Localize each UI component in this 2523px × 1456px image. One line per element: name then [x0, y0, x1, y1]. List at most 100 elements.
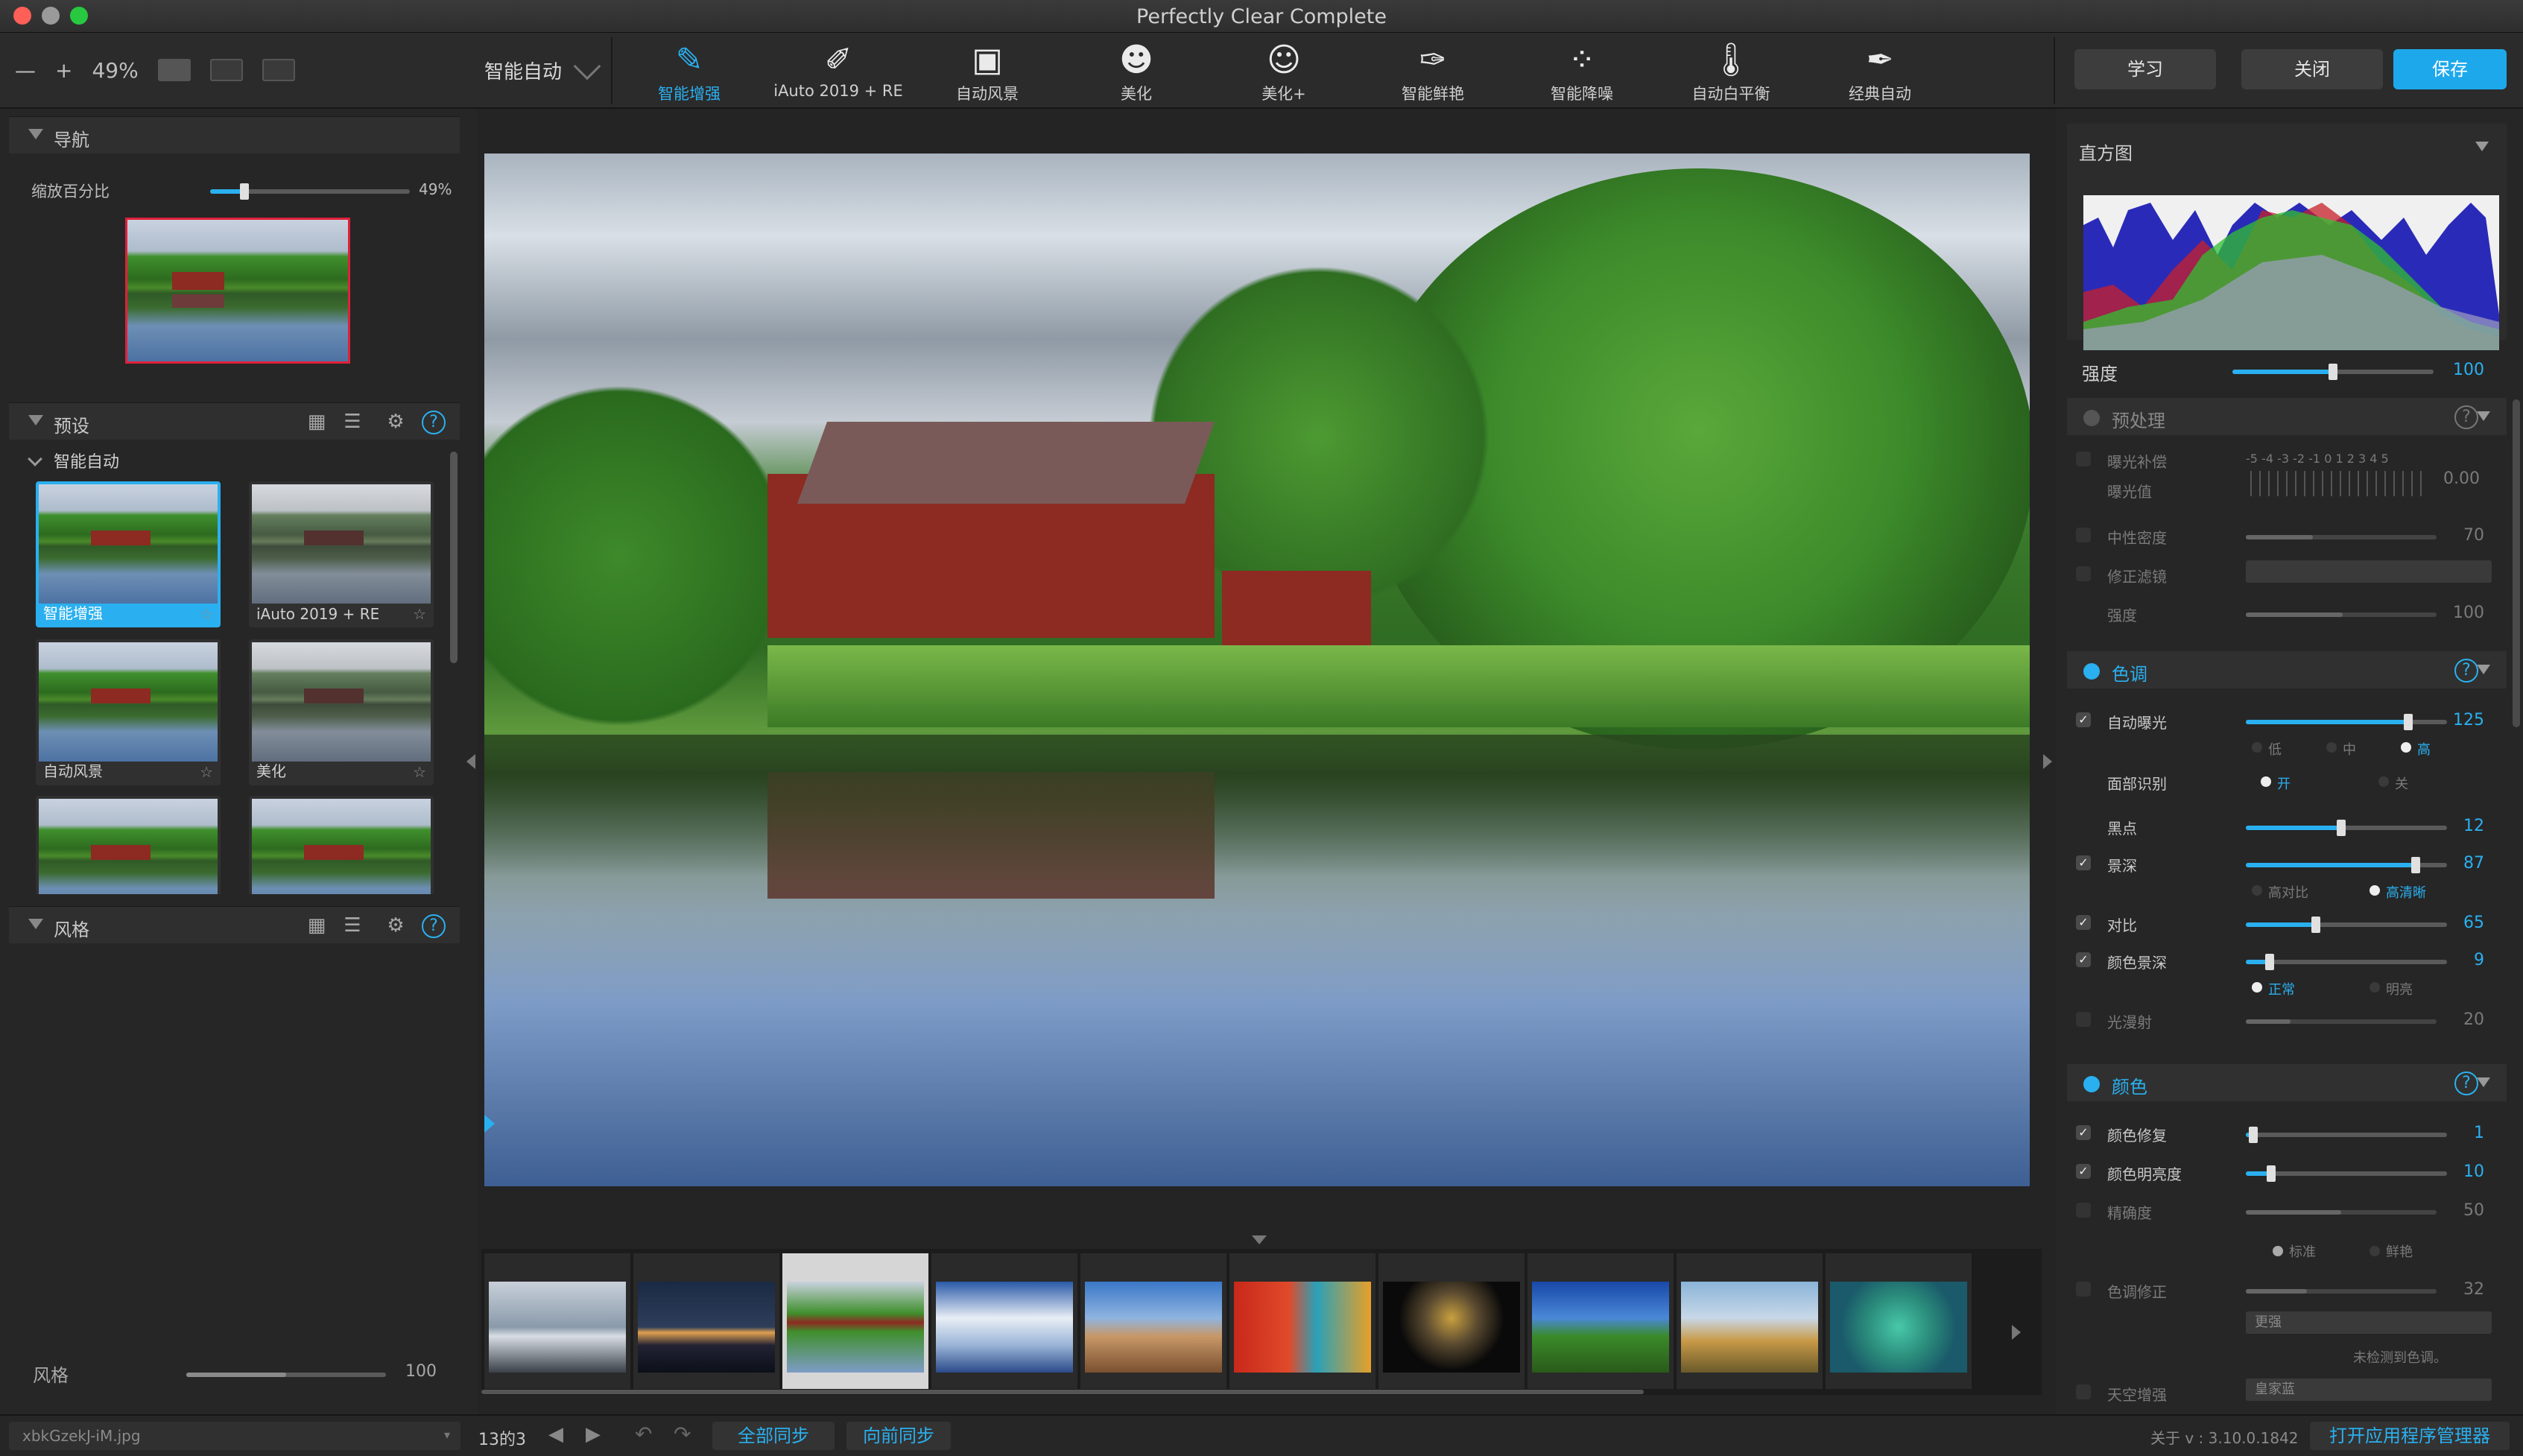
depth-slider[interactable] [2246, 857, 2447, 873]
chevron-down-icon[interactable] [28, 452, 42, 466]
split-view-button[interactable] [209, 59, 243, 81]
zoom-out-button[interactable]: — [15, 58, 36, 83]
vivid-radio[interactable] [2370, 1246, 2380, 1256]
filmstrip-scroll-track[interactable] [481, 1389, 2042, 1395]
about-version[interactable]: 关于 v : 3.10.0.1842 [2150, 1426, 2299, 1448]
help-icon[interactable]: ? [422, 914, 446, 938]
chevron-down-icon[interactable]: ▾ [444, 1428, 450, 1442]
preset-tile[interactable]: 自动风景 ☆ [36, 639, 221, 785]
close-button[interactable]: 关闭 [2241, 49, 2383, 89]
tint-checkbox[interactable] [2076, 1282, 2091, 1297]
preset-select[interactable]: 智能自动 [484, 57, 562, 84]
tint-slider[interactable] [2246, 1289, 2437, 1294]
undo-icon[interactable]: ↶ [635, 1422, 652, 1446]
chevron-down-icon[interactable] [2475, 142, 2489, 151]
film-thumb[interactable] [1826, 1253, 1972, 1389]
vibrance-checkbox[interactable]: ✓ [2076, 1164, 2091, 1179]
collapse-right-panel-icon[interactable] [2043, 754, 2052, 769]
zoom-slider[interactable] [210, 183, 410, 200]
help-icon[interactable]: ? [2454, 659, 2478, 683]
face-off-radio[interactable] [2378, 776, 2389, 787]
color-depth-checkbox[interactable]: ✓ [2076, 952, 2091, 967]
film-thumb[interactable] [1528, 1253, 1674, 1389]
high-definition-radio[interactable] [2370, 885, 2380, 896]
standard-radio[interactable] [2273, 1246, 2283, 1256]
open-app-manager-button[interactable]: 打开应用程序管理器 [2310, 1422, 2510, 1450]
contrast-checkbox[interactable]: ✓ [2076, 915, 2091, 930]
navigator-header[interactable]: 导航 [9, 116, 460, 153]
tool-auto-white-balance[interactable]: 🌡 自动白平衡 [1660, 36, 1802, 106]
film-thumb[interactable] [1677, 1253, 1823, 1389]
bright-radio[interactable] [2370, 982, 2380, 993]
color-depth-slider[interactable] [2246, 954, 2447, 970]
exposure-mid-radio[interactable] [2326, 742, 2337, 753]
presets-header[interactable]: 预设 ▦ ☰ ⚙ ? [9, 402, 460, 440]
help-icon[interactable]: ? [2454, 1072, 2478, 1095]
file-select[interactable]: xbkGzekJ-iM.jpg ▾ [9, 1422, 460, 1450]
next-image-button[interactable]: ▶ [586, 1423, 601, 1446]
sync-forward-button[interactable]: 向前同步 [846, 1422, 951, 1450]
tool-smart-vivid[interactable]: ✑ 智能鲜艳 [1362, 36, 1504, 106]
depth-checkbox[interactable]: ✓ [2076, 855, 2091, 870]
filter-checkbox[interactable] [2076, 566, 2091, 581]
preset-tile[interactable] [249, 796, 434, 894]
accuracy-checkbox[interactable] [2076, 1203, 2091, 1218]
high-contrast-radio[interactable] [2252, 885, 2262, 896]
auto-exposure-slider[interactable] [2246, 714, 2447, 730]
vibrance-slider[interactable] [2246, 1165, 2447, 1182]
face-on-radio[interactable] [2261, 776, 2271, 787]
collapse-triangle-icon[interactable] [28, 415, 43, 425]
collapse-triangle-icon[interactable] [28, 919, 43, 929]
tool-smart-enhance[interactable]: ✎ 智能增强 [618, 36, 760, 106]
tone-header[interactable]: 色调 ? [2067, 651, 2507, 689]
filter-select[interactable] [2246, 560, 2492, 583]
color-header[interactable]: 颜色 ? [2067, 1064, 2507, 1101]
chevron-down-icon[interactable] [2477, 1077, 2490, 1087]
presets-scrollbar[interactable] [450, 452, 458, 663]
collapse-triangle-icon[interactable] [28, 129, 43, 139]
color-repair-checkbox[interactable]: ✓ [2076, 1125, 2091, 1140]
tool-iauto-re[interactable]: ✐ iAuto 2019 + RE [767, 36, 909, 106]
chevron-down-icon[interactable] [2477, 665, 2490, 674]
navigator-thumbnail[interactable] [125, 218, 350, 364]
star-icon[interactable]: ☆ [200, 763, 213, 781]
learn-button[interactable]: 学习 [2074, 49, 2216, 89]
exposure-high-radio[interactable] [2401, 742, 2411, 753]
grid-view-icon[interactable]: ▦ [306, 914, 328, 937]
zoom-in-button[interactable]: + [55, 58, 72, 83]
tool-auto-landscape[interactable]: ▣ 自动风景 [917, 36, 1058, 106]
styles-header[interactable]: 风格 ▦ ☰ ⚙ ? [9, 906, 460, 943]
nd-slider[interactable] [2246, 535, 2437, 539]
help-icon[interactable]: ? [422, 411, 446, 434]
tint-select[interactable]: 更强 [2246, 1311, 2492, 1334]
exposure-comp-checkbox[interactable] [2076, 452, 2091, 466]
star-icon[interactable]: ☆ [413, 763, 426, 781]
preprocess-header[interactable]: 预处理 ? [2067, 398, 2507, 435]
prev-image-button[interactable]: ◀ [548, 1423, 563, 1446]
section-toggle-icon[interactable] [2083, 663, 2100, 680]
film-thumb[interactable] [931, 1253, 1077, 1389]
section-toggle-icon[interactable] [2083, 410, 2100, 426]
chevron-down-icon[interactable] [573, 52, 601, 80]
section-toggle-icon[interactable] [2083, 1076, 2100, 1092]
strength-slider[interactable] [2232, 364, 2434, 380]
film-thumb[interactable] [1080, 1253, 1226, 1389]
side-by-side-view-button[interactable] [262, 59, 295, 81]
gear-icon[interactable]: ⚙ [384, 914, 407, 937]
preset-tile[interactable]: iAuto 2019 + RE ☆ [249, 481, 434, 627]
film-thumb[interactable] [1378, 1253, 1525, 1389]
diffuse-slider[interactable] [2246, 1019, 2437, 1024]
help-icon[interactable]: ? [2454, 405, 2478, 429]
color-repair-slider[interactable] [2246, 1127, 2447, 1143]
grid-view-icon[interactable]: ▦ [306, 411, 328, 433]
tool-beautify[interactable]: ☻ 美化 [1066, 36, 1207, 106]
tool-beautify-plus[interactable]: ☺ 美化+ [1213, 36, 1355, 106]
preset-tile[interactable]: 智能增强 ☆ [36, 481, 221, 627]
sky-select[interactable]: 皇家蓝 [2246, 1379, 2492, 1401]
style-strength-slider[interactable] [186, 1373, 386, 1377]
preset-tile[interactable] [36, 796, 221, 894]
star-icon[interactable]: ☆ [413, 605, 426, 623]
right-panel-scrollbar[interactable] [2513, 399, 2520, 727]
photo-canvas[interactable] [484, 153, 2030, 1186]
single-view-button[interactable] [157, 59, 191, 81]
